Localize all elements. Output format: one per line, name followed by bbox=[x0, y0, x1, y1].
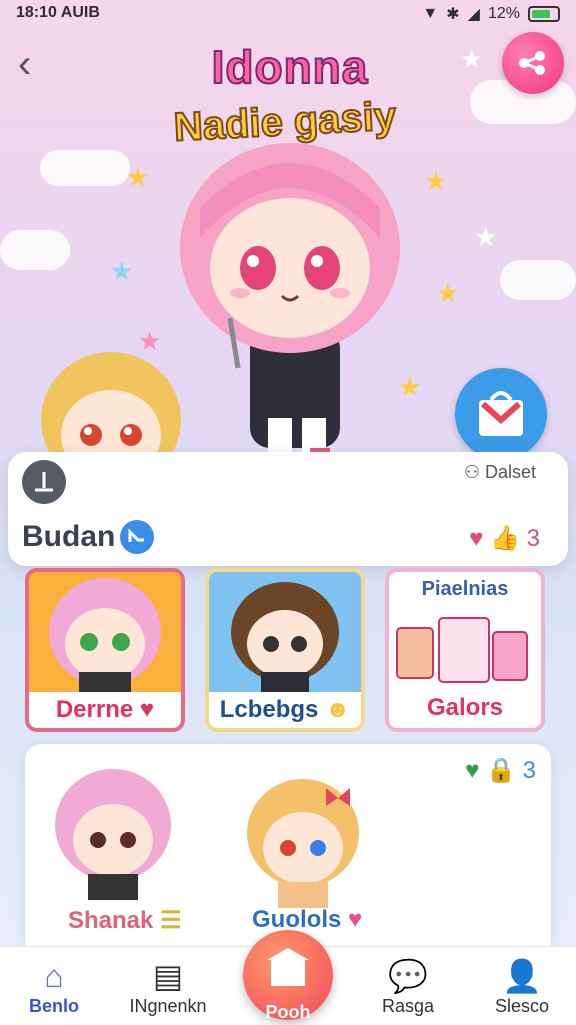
star-icon: ★ bbox=[126, 162, 150, 192]
star-icon: ★ bbox=[436, 278, 460, 308]
status-time: 18:10 AUIB bbox=[16, 4, 100, 21]
dataset-link[interactable]: ⚇ Dalset bbox=[464, 462, 536, 483]
tile-character-image bbox=[231, 582, 339, 692]
cloud-decoration bbox=[40, 150, 130, 186]
cards-illustration bbox=[396, 617, 528, 683]
bluetooth-icon: ✱ bbox=[446, 6, 460, 23]
tile-label-text: Derrne bbox=[55, 696, 134, 723]
back-button[interactable]: ‹ bbox=[18, 44, 54, 88]
nav-item-clipboard[interactable]: ▤ INgnenkn bbox=[118, 956, 218, 1017]
smile-icon: ☻ bbox=[325, 696, 351, 723]
cloud-decoration bbox=[500, 260, 576, 300]
nav-label: INgnenkn bbox=[129, 996, 207, 1016]
tile-header: Piaelnias bbox=[421, 578, 509, 600]
battery-text: 12% bbox=[487, 5, 520, 22]
characters-count: 3 bbox=[522, 757, 536, 784]
star-icon: ★ bbox=[474, 222, 498, 252]
nav-label: Slesco bbox=[494, 996, 550, 1016]
shop-bubble-button[interactable] bbox=[455, 368, 547, 460]
heart-icon: ♥ bbox=[465, 757, 480, 784]
status-icons: ▼ ✱ ◢ 12% bbox=[422, 4, 560, 24]
user-icon: 👤 bbox=[502, 958, 542, 994]
tile-character-image bbox=[49, 578, 161, 692]
star-icon: ★ bbox=[460, 44, 484, 74]
tile-label: Derrne ♥ bbox=[29, 692, 181, 728]
like-count: 3 bbox=[526, 525, 540, 552]
status-bar: 18:10 AUIB ▼ ✱ ◢ 12% bbox=[0, 0, 576, 26]
group-icon: ⚇ bbox=[463, 462, 480, 482]
nav-item-chat[interactable]: 💬 Rasga bbox=[358, 956, 458, 1017]
signal-icon: ▼ bbox=[422, 5, 439, 22]
clipboard-icon: ▤ bbox=[152, 958, 184, 994]
character-shanak-image[interactable] bbox=[48, 760, 178, 900]
like-stats[interactable]: ♥ 👍 3 bbox=[469, 524, 540, 553]
battery-icon bbox=[528, 6, 560, 22]
bag-icon bbox=[479, 391, 523, 436]
heart-bubble-icon: ♥ bbox=[348, 906, 363, 933]
share-button[interactable] bbox=[502, 32, 564, 94]
star-icon: ★ bbox=[110, 256, 134, 286]
nav-label: Rasga bbox=[381, 996, 435, 1016]
character-guolols-image[interactable] bbox=[238, 768, 368, 908]
download-icon bbox=[35, 472, 53, 492]
dataset-label: Dalset bbox=[484, 462, 536, 482]
chat-icon: 💬 bbox=[388, 958, 428, 994]
share-icon bbox=[519, 51, 545, 75]
lock-icon: 🔒 bbox=[486, 757, 516, 784]
app-title: Idonna bbox=[211, 40, 369, 94]
character-label: Shanak ☰ bbox=[68, 906, 182, 935]
tile-lcbebgs[interactable]: Lcbebgs ☻ bbox=[205, 568, 365, 732]
cell-icon: ◢ bbox=[467, 6, 480, 23]
character-name: Shanak bbox=[68, 907, 154, 934]
tile-galors[interactable]: Piaelnias Galors bbox=[385, 568, 545, 732]
nav-item-profile[interactable]: 👤 Slesco bbox=[472, 956, 572, 1017]
profile-name: Budan bbox=[22, 520, 116, 553]
nav-item-home[interactable]: ⌂ Benlo bbox=[4, 956, 104, 1017]
character-name: Guolols bbox=[252, 906, 342, 933]
main-character-illustration bbox=[180, 143, 400, 498]
thumb-icon: 👍 bbox=[490, 525, 520, 552]
tile-label: Lcbebgs ☻ bbox=[209, 692, 361, 728]
tile-label-text: Lcbebgs bbox=[219, 696, 319, 723]
nav-label: Pooh bbox=[265, 1002, 311, 1022]
tile-label-text: Galors bbox=[426, 694, 504, 721]
cloud-decoration bbox=[0, 230, 70, 270]
download-button[interactable] bbox=[22, 460, 66, 504]
home-icon: ⌂ bbox=[44, 958, 64, 994]
heart-icon: ♥ bbox=[139, 696, 155, 723]
tile-label: Galors bbox=[389, 694, 541, 722]
characters-stats[interactable]: ♥ 🔒 3 bbox=[465, 756, 536, 785]
tile-derrne[interactable]: Derrne ♥ bbox=[25, 568, 185, 732]
heart-icon: ♥ bbox=[469, 525, 484, 552]
verified-badge-icon bbox=[120, 520, 154, 554]
nav-label: Benlo bbox=[28, 996, 79, 1016]
coin-icon: ☰ bbox=[160, 907, 182, 934]
